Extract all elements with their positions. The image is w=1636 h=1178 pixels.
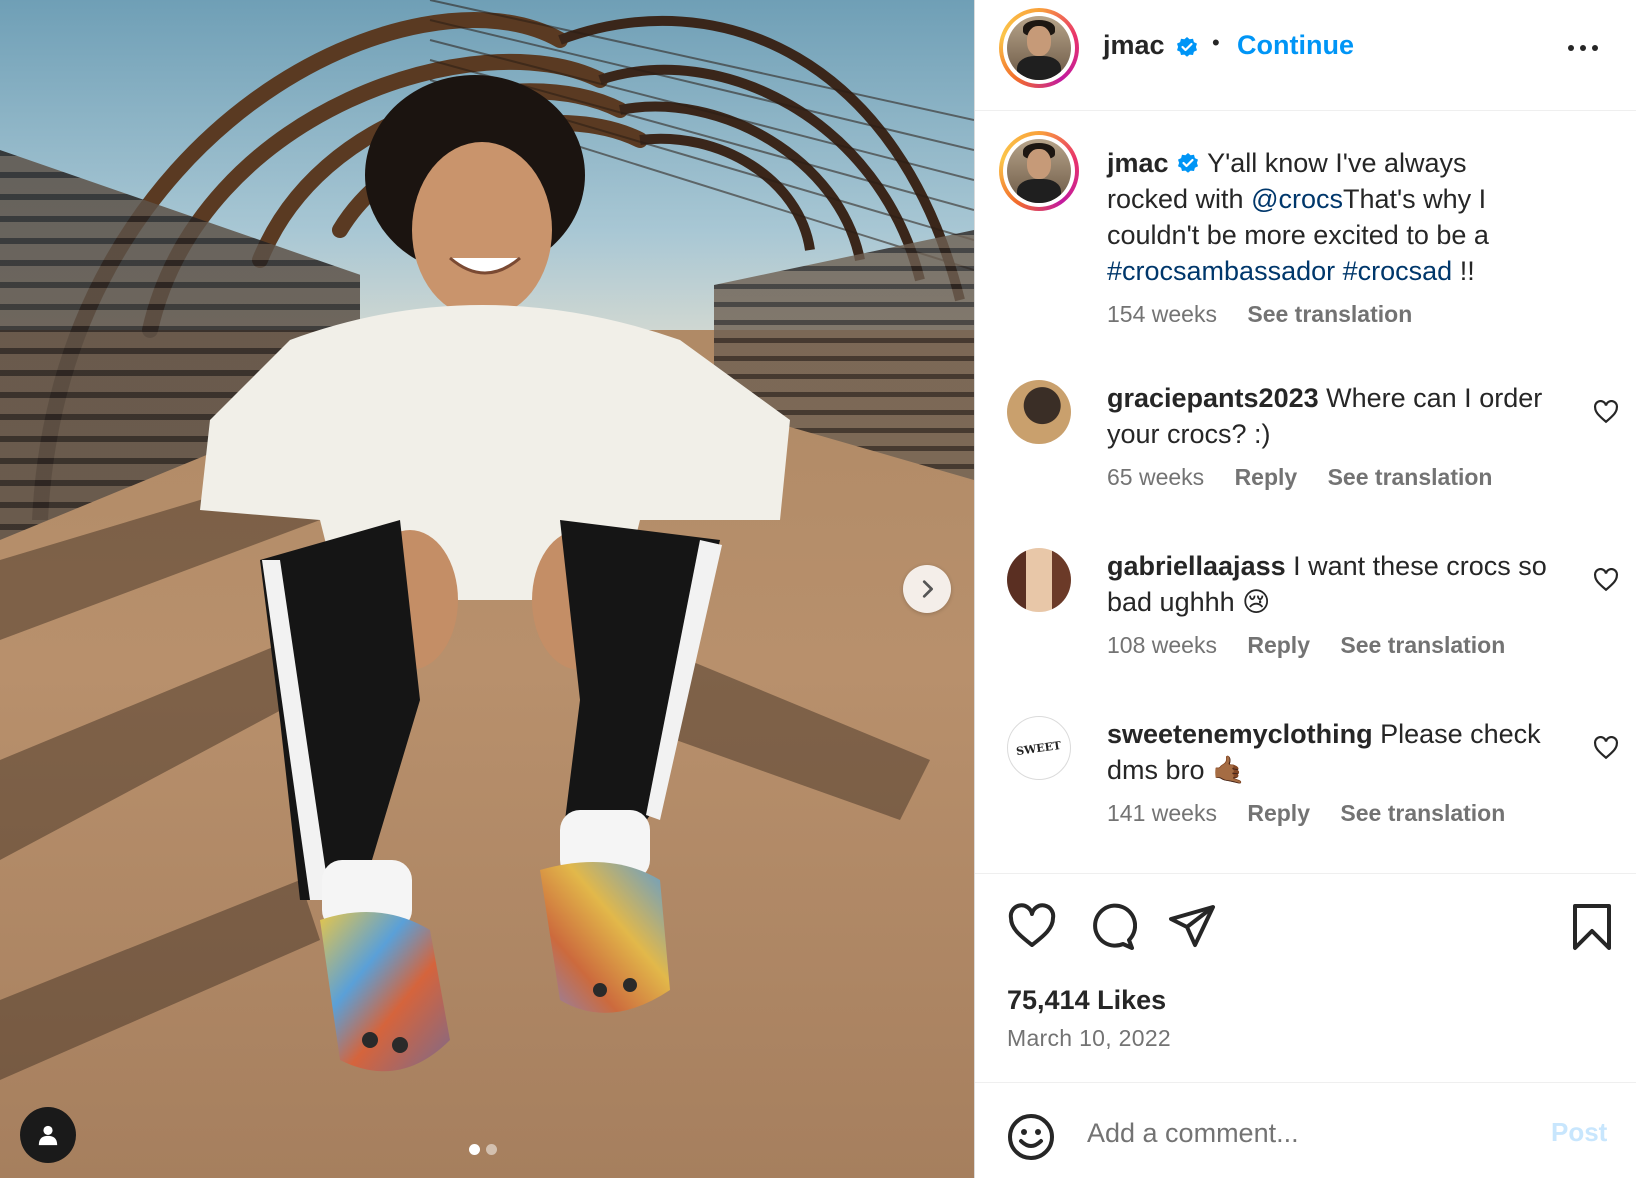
- hashtag-link[interactable]: #crocsad: [1343, 256, 1453, 286]
- comment-input[interactable]: [1087, 1113, 1527, 1153]
- comment-meta: 108 weeks Reply See translation: [1107, 632, 1529, 659]
- comment-bubble-icon[interactable]: [1087, 903, 1137, 951]
- chevron-right-icon: [922, 580, 933, 598]
- comment-text: graciepants2023 Where can I order your c…: [1107, 380, 1547, 452]
- avatar-logo-text: SWEET: [1015, 738, 1063, 758]
- bookmark-icon[interactable]: [1567, 903, 1617, 951]
- caption-meta: 154 weeks See translation: [1107, 301, 1436, 328]
- post-comment-button[interactable]: Post: [1551, 1117, 1607, 1148]
- heart-icon[interactable]: [1593, 568, 1619, 592]
- caption-username[interactable]: jmac: [1107, 148, 1169, 178]
- carousel-dot: [486, 1144, 497, 1155]
- heart-icon[interactable]: [1593, 400, 1619, 424]
- caption-timestamp[interactable]: 154 weeks: [1107, 301, 1217, 327]
- commenter-avatar[interactable]: [1007, 380, 1071, 444]
- see-translation-button[interactable]: See translation: [1247, 301, 1412, 327]
- post-media[interactable]: [0, 0, 974, 1178]
- header-separator: •: [1212, 30, 1220, 55]
- comment-timestamp[interactable]: 108 weeks: [1107, 632, 1217, 658]
- paper-plane-icon[interactable]: [1167, 903, 1217, 951]
- post-header: jmac • Continue: [975, 0, 1636, 111]
- post-details-panel: jmac • Continue jmac Y'all know I've alw…: [974, 0, 1636, 1178]
- comment-text: sweetenemyclothing Please check dms bro …: [1107, 716, 1547, 788]
- comment-item: gabriellaajass I want these crocs so bad…: [975, 548, 1636, 708]
- commenter-username[interactable]: sweetenemyclothing: [1107, 719, 1373, 749]
- see-translation-button[interactable]: See translation: [1340, 632, 1505, 658]
- continue-button[interactable]: Continue: [1237, 30, 1354, 61]
- carousel-indicator: [469, 1144, 497, 1155]
- author-username[interactable]: jmac: [1103, 30, 1165, 61]
- author-avatar[interactable]: [999, 8, 1079, 88]
- mention-link[interactable]: @crocs: [1251, 184, 1343, 214]
- more-horizontal-icon[interactable]: [1565, 36, 1601, 60]
- caption-author-avatar[interactable]: [999, 131, 1079, 211]
- see-translation-button[interactable]: See translation: [1340, 800, 1505, 826]
- comment-item: graciepants2023 Where can I order your c…: [975, 380, 1636, 540]
- heart-icon[interactable]: [1007, 903, 1057, 951]
- commenter-username[interactable]: gabriellaajass: [1107, 551, 1286, 581]
- user-tag-icon: [38, 1125, 58, 1146]
- comment-text: gabriellaajass I want these crocs so bad…: [1107, 548, 1547, 620]
- heart-icon[interactable]: [1593, 736, 1619, 760]
- comment-item: SWEET sweetenemyclothing Please check dm…: [975, 716, 1636, 876]
- comment-composer: Post: [975, 1082, 1636, 1178]
- see-translation-button[interactable]: See translation: [1328, 464, 1493, 490]
- comment-timestamp[interactable]: 141 weeks: [1107, 800, 1217, 826]
- caption-text: jmac Y'all know I've always rocked with …: [1107, 145, 1547, 289]
- tagged-users-button[interactable]: [20, 1107, 76, 1163]
- carousel-dot-active: [469, 1144, 480, 1155]
- comment-meta: 141 weeks Reply See translation: [1107, 800, 1529, 827]
- caption-body-3: !!: [1452, 256, 1475, 286]
- emoji-smiley-icon[interactable]: [1007, 1113, 1055, 1161]
- comment-meta: 65 weeks Reply See translation: [1107, 464, 1516, 491]
- person-sitting: [0, 75, 930, 1080]
- comment-timestamp[interactable]: 65 weeks: [1107, 464, 1204, 490]
- reply-button[interactable]: Reply: [1235, 464, 1298, 490]
- commenter-username[interactable]: graciepants2023: [1107, 383, 1319, 413]
- commenter-avatar[interactable]: [1007, 548, 1071, 612]
- carousel-next-button[interactable]: [903, 565, 951, 613]
- reply-button[interactable]: Reply: [1247, 632, 1310, 658]
- action-bar-divider: [975, 873, 1636, 874]
- verified-badge-icon: [1177, 37, 1197, 57]
- verified-badge-icon: [1178, 153, 1199, 173]
- commenter-avatar[interactable]: SWEET: [1007, 716, 1071, 780]
- reply-button[interactable]: Reply: [1247, 800, 1310, 826]
- post-date[interactable]: March 10, 2022: [1007, 1025, 1171, 1052]
- hashtag-link[interactable]: #crocsambassador: [1107, 256, 1335, 286]
- likes-count[interactable]: 75,414 Likes: [1007, 985, 1166, 1016]
